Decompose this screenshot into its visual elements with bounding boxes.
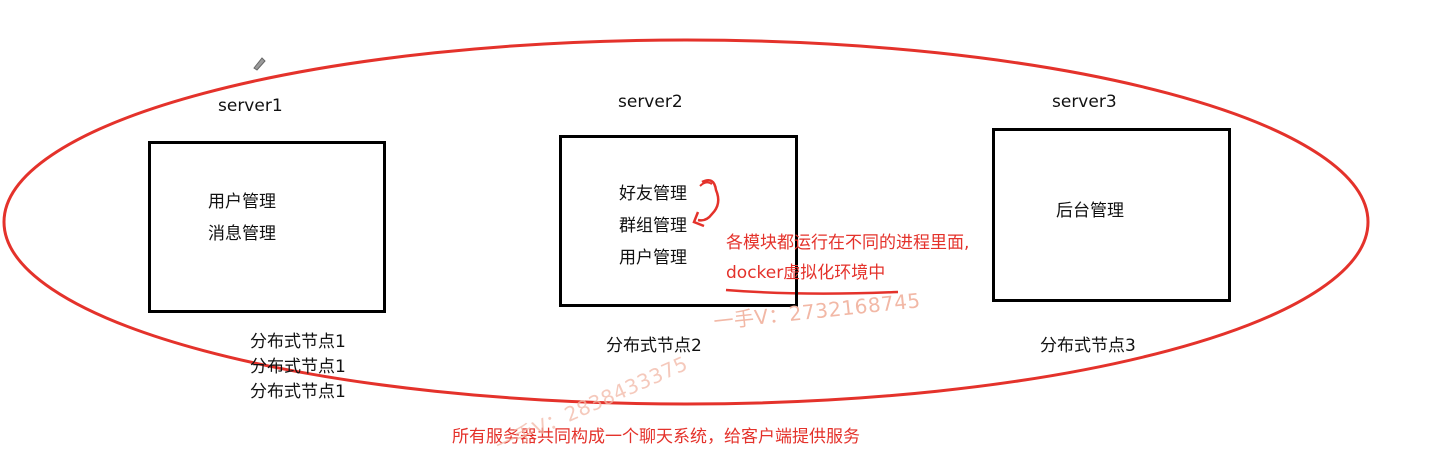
node-label: 分布式节点2 bbox=[606, 336, 702, 356]
server3-nodes: 分布式节点3 bbox=[1040, 331, 1136, 356]
server3-modules: 后台管理 bbox=[1056, 195, 1124, 227]
module-label: 用户管理 bbox=[208, 192, 276, 212]
server2-label: server2 bbox=[618, 92, 683, 112]
server1-modules: 用户管理 消息管理 bbox=[208, 186, 276, 250]
node-label: 分布式节点1 bbox=[250, 382, 346, 402]
module-label: 好友管理 bbox=[619, 184, 687, 204]
module-label: 后台管理 bbox=[1056, 201, 1124, 221]
server1-nodes: 分布式节点1 分布式节点1 分布式节点1 bbox=[250, 330, 346, 405]
annotation-line-2: docker虚拟化环境中 bbox=[726, 263, 886, 283]
server1-label: server1 bbox=[218, 96, 283, 116]
annotation-line-1: 各模块都运行在不同的进程里面, bbox=[726, 233, 970, 253]
server2-nodes: 分布式节点2 bbox=[606, 331, 702, 356]
process-annotation: 各模块都运行在不同的进程里面, docker虚拟化环境中 bbox=[726, 228, 969, 288]
module-label: 群组管理 bbox=[619, 216, 687, 236]
pen-cursor-icon bbox=[253, 57, 266, 71]
server3-label: server3 bbox=[1052, 92, 1117, 112]
node-label: 分布式节点3 bbox=[1040, 336, 1136, 356]
module-label: 消息管理 bbox=[208, 224, 276, 244]
server2-modules: 好友管理 群组管理 用户管理 bbox=[619, 178, 687, 274]
module-label: 用户管理 bbox=[619, 248, 687, 268]
node-label: 分布式节点1 bbox=[250, 332, 346, 352]
node-label: 分布式节点1 bbox=[250, 357, 346, 377]
